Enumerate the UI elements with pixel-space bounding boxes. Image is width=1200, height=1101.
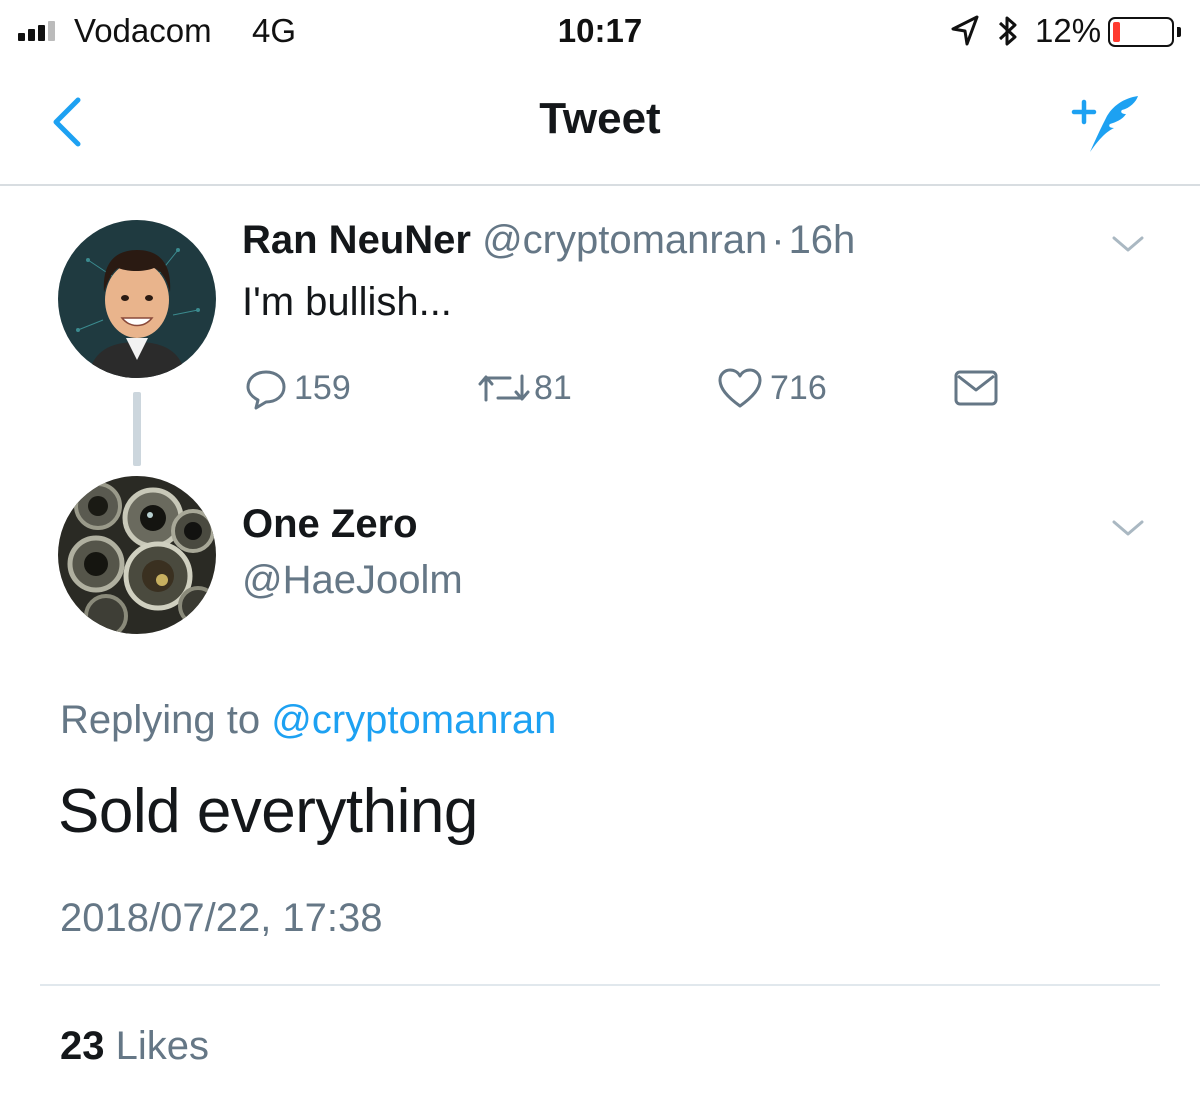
main-author-name[interactable]: One Zero xyxy=(242,502,418,547)
avatar-one-zero[interactable] xyxy=(58,476,216,634)
replying-mention-link[interactable]: @cryptomanran xyxy=(271,698,556,742)
parent-author-name: Ran NeuNer xyxy=(242,218,471,262)
envelope-icon xyxy=(954,370,998,406)
main-author-handle[interactable]: @HaeJoolm xyxy=(242,558,463,603)
battery-level xyxy=(1113,22,1120,42)
main-tweet-text: Sold everything xyxy=(58,777,478,846)
parent-time-separator: · xyxy=(771,218,785,262)
avatar-ran-neuner[interactable] xyxy=(58,220,216,378)
battery-percent: 12% xyxy=(1035,12,1102,49)
reply-button[interactable]: 159 xyxy=(244,365,351,411)
likes-count: 23 xyxy=(60,1024,105,1068)
parent-author-handle: @cryptomanran xyxy=(482,218,768,262)
location-icon xyxy=(951,15,979,46)
battery-cap xyxy=(1177,27,1181,37)
nav-bar: Tweet xyxy=(0,64,1200,186)
bluetooth-icon xyxy=(998,16,1017,46)
replying-to: Replying to @cryptomanran xyxy=(60,698,556,743)
like-count: 716 xyxy=(770,368,827,407)
page-title: Tweet xyxy=(539,94,661,143)
like-button[interactable]: 716 xyxy=(716,365,827,411)
parent-tweet-header[interactable]: Ran NeuNer @cryptomanran · 16h xyxy=(242,218,855,263)
replying-prefix: Replying to xyxy=(60,698,261,742)
heart-icon xyxy=(718,368,762,408)
parent-tweet-time: 16h xyxy=(788,218,856,262)
status-time: 10:17 xyxy=(557,12,643,49)
retweet-button[interactable]: 81 xyxy=(476,365,572,411)
tweet-timestamp: 2018/07/22, 17:38 xyxy=(60,896,383,940)
retweet-icon xyxy=(478,374,530,402)
status-bar: Vodacom 4G 10:17 12% xyxy=(0,0,1200,64)
likes-label: Likes xyxy=(115,1024,210,1068)
parent-tweet-text: I'm bullish... xyxy=(242,280,452,324)
chevron-down-icon[interactable] xyxy=(1110,516,1146,540)
chevron-down-icon[interactable] xyxy=(1110,232,1146,256)
battery-icon xyxy=(1108,17,1174,47)
reply-count: 159 xyxy=(294,368,351,407)
thread-connector xyxy=(133,392,141,466)
reply-icon xyxy=(246,370,286,410)
tweet-detail-screen: Vodacom 4G 10:17 12% Tweet Ran NeuNer @c… xyxy=(0,0,1200,1101)
direct-message-button[interactable] xyxy=(952,365,1000,411)
compose-tweet-icon[interactable] xyxy=(1068,90,1148,160)
likes-summary[interactable]: 23 Likes xyxy=(60,1024,209,1069)
divider xyxy=(40,984,1160,986)
retweet-count: 81 xyxy=(534,368,572,407)
